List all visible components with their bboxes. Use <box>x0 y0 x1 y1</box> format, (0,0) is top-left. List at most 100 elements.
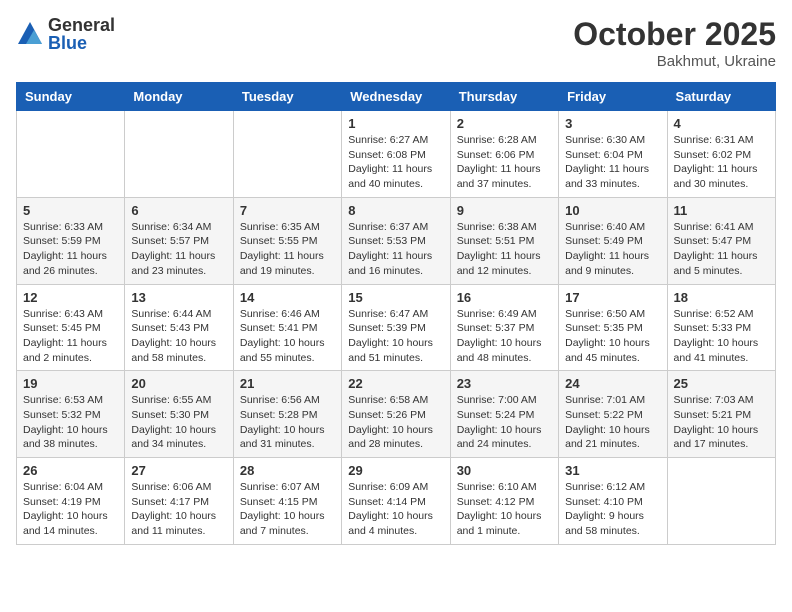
calendar-cell: 28 Sunrise: 6:07 AM Sunset: 4:15 PM Dayli… <box>233 458 341 545</box>
calendar-cell: 2Sunrise: 6:28 AM Sunset: 6:06 PM Daylig… <box>450 111 558 198</box>
day-number: 20 <box>131 376 226 391</box>
weekday-header-row: SundayMondayTuesdayWednesdayThursdayFrid… <box>17 83 776 111</box>
day-info: Sunrise: 6:58 AM Sunset: 5:26 PM Dayligh… <box>348 393 443 452</box>
calendar-cell: 27Sunrise: 6:06 AM Sunset: 4:17 PM Dayli… <box>125 458 233 545</box>
weekday-header-sunday: Sunday <box>17 83 125 111</box>
calendar-cell: 21 Sunrise: 6:56 AM Sunset: 5:28 PM Dayli… <box>233 371 341 458</box>
title-block: October 2025 Bakhmut, Ukraine <box>573 16 776 70</box>
day-info: Sunrise: 6:44 AM Sunset: 5:43 PM Dayligh… <box>131 307 226 366</box>
day-number: 4 <box>674 116 769 131</box>
page-header: General Blue October 2025 Bakhmut, Ukrai… <box>16 16 776 70</box>
calendar-cell: 13 Sunrise: 6:44 AM Sunset: 5:43 PM Dayli… <box>125 284 233 371</box>
calendar-cell: 30Sunrise: 6:10 AM Sunset: 4:12 PM Dayli… <box>450 458 558 545</box>
week-row-5: 26 Sunrise: 6:04 AM Sunset: 4:19 PM Dayli… <box>17 458 776 545</box>
calendar-cell: 3 Sunrise: 6:30 AM Sunset: 6:04 PM Daylig… <box>559 111 667 198</box>
month-title: October 2025 <box>573 16 776 53</box>
day-info: Sunrise: 6:46 AM Sunset: 5:41 PM Dayligh… <box>240 307 335 366</box>
week-row-1: 1Sunrise: 6:27 AM Sunset: 6:08 PM Daylig… <box>17 111 776 198</box>
day-info: Sunrise: 6:56 AM Sunset: 5:28 PM Dayligh… <box>240 393 335 452</box>
weekday-header-thursday: Thursday <box>450 83 558 111</box>
day-info: Sunrise: 6:41 AM Sunset: 5:47 PM Dayligh… <box>674 220 769 279</box>
calendar-cell: 22 Sunrise: 6:58 AM Sunset: 5:26 PM Dayli… <box>342 371 450 458</box>
calendar-cell: 16 Sunrise: 6:49 AM Sunset: 5:37 PM Dayli… <box>450 284 558 371</box>
day-number: 21 <box>240 376 335 391</box>
calendar-cell: 6 Sunrise: 6:34 AM Sunset: 5:57 PM Daylig… <box>125 197 233 284</box>
day-number: 22 <box>348 376 443 391</box>
calendar-cell: 9 Sunrise: 6:38 AM Sunset: 5:51 PM Daylig… <box>450 197 558 284</box>
day-info: Sunrise: 6:07 AM Sunset: 4:15 PM Dayligh… <box>240 480 335 539</box>
day-info: Sunrise: 6:40 AM Sunset: 5:49 PM Dayligh… <box>565 220 660 279</box>
day-info: Sunrise: 6:50 AM Sunset: 5:35 PM Dayligh… <box>565 307 660 366</box>
day-number: 26 <box>23 463 118 478</box>
week-row-2: 5Sunrise: 6:33 AM Sunset: 5:59 PM Daylig… <box>17 197 776 284</box>
calendar-cell: 5Sunrise: 6:33 AM Sunset: 5:59 PM Daylig… <box>17 197 125 284</box>
calendar-cell: 31 Sunrise: 6:12 AM Sunset: 4:10 PM Dayli… <box>559 458 667 545</box>
logo: General Blue <box>16 16 115 52</box>
calendar-cell: 29Sunrise: 6:09 AM Sunset: 4:14 PM Dayli… <box>342 458 450 545</box>
day-number: 31 <box>565 463 660 478</box>
calendar-table: SundayMondayTuesdayWednesdayThursdayFrid… <box>16 82 776 545</box>
logo-general-text: General <box>48 16 115 34</box>
calendar-cell: 25Sunrise: 7:03 AM Sunset: 5:21 PM Dayli… <box>667 371 775 458</box>
calendar-cell <box>125 111 233 198</box>
calendar-cell <box>667 458 775 545</box>
calendar-cell: 24Sunrise: 7:01 AM Sunset: 5:22 PM Dayli… <box>559 371 667 458</box>
calendar-cell: 26 Sunrise: 6:04 AM Sunset: 4:19 PM Dayli… <box>17 458 125 545</box>
day-number: 30 <box>457 463 552 478</box>
calendar-cell: 14 Sunrise: 6:46 AM Sunset: 5:41 PM Dayli… <box>233 284 341 371</box>
day-number: 13 <box>131 290 226 305</box>
day-number: 17 <box>565 290 660 305</box>
day-number: 6 <box>131 203 226 218</box>
day-info: Sunrise: 6:30 AM Sunset: 6:04 PM Dayligh… <box>565 133 660 192</box>
day-number: 2 <box>457 116 552 131</box>
logo-blue-text: Blue <box>48 34 115 52</box>
day-info: Sunrise: 6:52 AM Sunset: 5:33 PM Dayligh… <box>674 307 769 366</box>
day-number: 14 <box>240 290 335 305</box>
day-number: 25 <box>674 376 769 391</box>
day-info: Sunrise: 7:00 AM Sunset: 5:24 PM Dayligh… <box>457 393 552 452</box>
day-number: 18 <box>674 290 769 305</box>
day-number: 11 <box>674 203 769 218</box>
day-info: Sunrise: 6:47 AM Sunset: 5:39 PM Dayligh… <box>348 307 443 366</box>
day-number: 24 <box>565 376 660 391</box>
day-info: Sunrise: 6:37 AM Sunset: 5:53 PM Dayligh… <box>348 220 443 279</box>
day-info: Sunrise: 6:35 AM Sunset: 5:55 PM Dayligh… <box>240 220 335 279</box>
day-info: Sunrise: 6:49 AM Sunset: 5:37 PM Dayligh… <box>457 307 552 366</box>
calendar-cell: 8Sunrise: 6:37 AM Sunset: 5:53 PM Daylig… <box>342 197 450 284</box>
day-number: 10 <box>565 203 660 218</box>
day-number: 3 <box>565 116 660 131</box>
week-row-3: 12 Sunrise: 6:43 AM Sunset: 5:45 PM Dayli… <box>17 284 776 371</box>
day-info: Sunrise: 6:34 AM Sunset: 5:57 PM Dayligh… <box>131 220 226 279</box>
day-number: 16 <box>457 290 552 305</box>
day-info: Sunrise: 6:43 AM Sunset: 5:45 PM Dayligh… <box>23 307 118 366</box>
calendar-cell: 23Sunrise: 7:00 AM Sunset: 5:24 PM Dayli… <box>450 371 558 458</box>
calendar-cell <box>17 111 125 198</box>
day-info: Sunrise: 6:55 AM Sunset: 5:30 PM Dayligh… <box>131 393 226 452</box>
day-number: 9 <box>457 203 552 218</box>
calendar-cell: 7 Sunrise: 6:35 AM Sunset: 5:55 PM Daylig… <box>233 197 341 284</box>
logo-icon <box>16 20 44 48</box>
calendar-cell: 17 Sunrise: 6:50 AM Sunset: 5:35 PM Dayli… <box>559 284 667 371</box>
day-number: 12 <box>23 290 118 305</box>
day-info: Sunrise: 6:31 AM Sunset: 6:02 PM Dayligh… <box>674 133 769 192</box>
day-info: Sunrise: 6:53 AM Sunset: 5:32 PM Dayligh… <box>23 393 118 452</box>
day-info: Sunrise: 6:04 AM Sunset: 4:19 PM Dayligh… <box>23 480 118 539</box>
weekday-header-wednesday: Wednesday <box>342 83 450 111</box>
calendar-cell <box>233 111 341 198</box>
calendar-cell: 20 Sunrise: 6:55 AM Sunset: 5:30 PM Dayli… <box>125 371 233 458</box>
day-number: 7 <box>240 203 335 218</box>
day-number: 15 <box>348 290 443 305</box>
calendar-cell: 4 Sunrise: 6:31 AM Sunset: 6:02 PM Daylig… <box>667 111 775 198</box>
calendar-cell: 10 Sunrise: 6:40 AM Sunset: 5:49 PM Dayli… <box>559 197 667 284</box>
day-info: Sunrise: 6:38 AM Sunset: 5:51 PM Dayligh… <box>457 220 552 279</box>
day-number: 28 <box>240 463 335 478</box>
weekday-header-saturday: Saturday <box>667 83 775 111</box>
day-info: Sunrise: 6:27 AM Sunset: 6:08 PM Dayligh… <box>348 133 443 192</box>
day-info: Sunrise: 6:06 AM Sunset: 4:17 PM Dayligh… <box>131 480 226 539</box>
location-text: Bakhmut, Ukraine <box>573 53 776 70</box>
calendar-cell: 18 Sunrise: 6:52 AM Sunset: 5:33 PM Dayli… <box>667 284 775 371</box>
calendar-cell: 12 Sunrise: 6:43 AM Sunset: 5:45 PM Dayli… <box>17 284 125 371</box>
day-number: 19 <box>23 376 118 391</box>
day-number: 29 <box>348 463 443 478</box>
day-info: Sunrise: 6:12 AM Sunset: 4:10 PM Dayligh… <box>565 480 660 539</box>
